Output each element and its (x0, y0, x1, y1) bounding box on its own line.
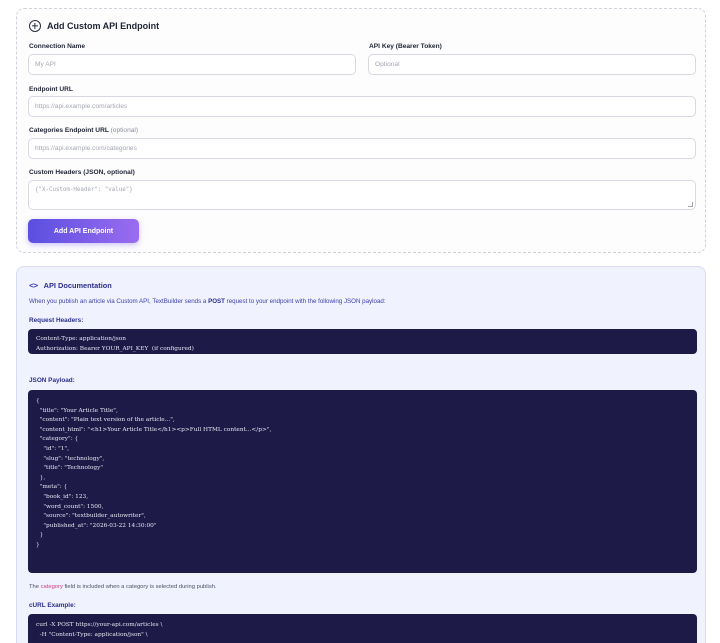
add-endpoint-title: Add Custom API Endpoint (47, 21, 160, 31)
note-highlight: category (40, 584, 63, 590)
connection-name-input[interactable]: My API (28, 54, 356, 75)
json-payload-code: { "title": "Your Article Title", "conten… (28, 390, 697, 573)
add-endpoint-card: Add Custom API Endpoint Connection Name … (16, 8, 706, 253)
custom-headers-textarea[interactable]: {"X-Custom-Header": "value"} (28, 180, 696, 210)
intro-method: POST (208, 298, 225, 305)
category-note: The category field is included when a ca… (29, 584, 217, 590)
json-payload-label: JSON Payload: (29, 377, 75, 384)
api-key-label: API Key (Bearer Token) (369, 43, 442, 50)
curl-example-code: curl -X POST https://your-api.com/articl… (28, 614, 697, 643)
resize-grip-icon[interactable] (688, 202, 693, 207)
endpoint-url-input[interactable]: https://api.example.com/articles (28, 96, 696, 117)
api-documentation-header: <> API Documentation (29, 281, 112, 290)
api-documentation-title: API Documentation (43, 281, 112, 290)
curl-example-label: cURL Example: (29, 602, 76, 609)
connection-name-label: Connection Name (29, 43, 86, 50)
note-before: The (29, 584, 41, 590)
api-intro-text: When you publish an article via Custom A… (29, 298, 386, 305)
optional-hint: (optional) (110, 127, 139, 134)
categories-url-label: Categories Endpoint URL (optional) (29, 127, 138, 134)
add-api-endpoint-button[interactable]: Add API Endpoint (28, 219, 139, 243)
intro-before: When you publish an article via Custom A… (29, 298, 209, 305)
add-endpoint-header: Add Custom API Endpoint (29, 20, 159, 32)
plus-circle-icon (29, 20, 41, 32)
request-headers-label: Request Headers: (29, 317, 84, 324)
custom-headers-placeholder: {"X-Custom-Header": "value"} (35, 187, 133, 193)
request-headers-code: Content-Type: application/json Authoriza… (28, 329, 697, 354)
note-after: field is included when a category is sel… (62, 584, 217, 590)
categories-url-label-text: Categories Endpoint URL (29, 127, 109, 134)
api-key-input[interactable]: Optional (368, 54, 696, 75)
intro-after: request to your endpoint with the follow… (224, 298, 386, 305)
code-brackets-icon: <> (29, 281, 38, 290)
api-documentation-card: <> API Documentation When you publish an… (16, 266, 706, 643)
custom-headers-label: Custom Headers (JSON, optional) (29, 169, 135, 176)
categories-url-input[interactable]: https://api.example.com/categories (28, 138, 696, 159)
endpoint-url-label: Endpoint URL (29, 86, 73, 93)
